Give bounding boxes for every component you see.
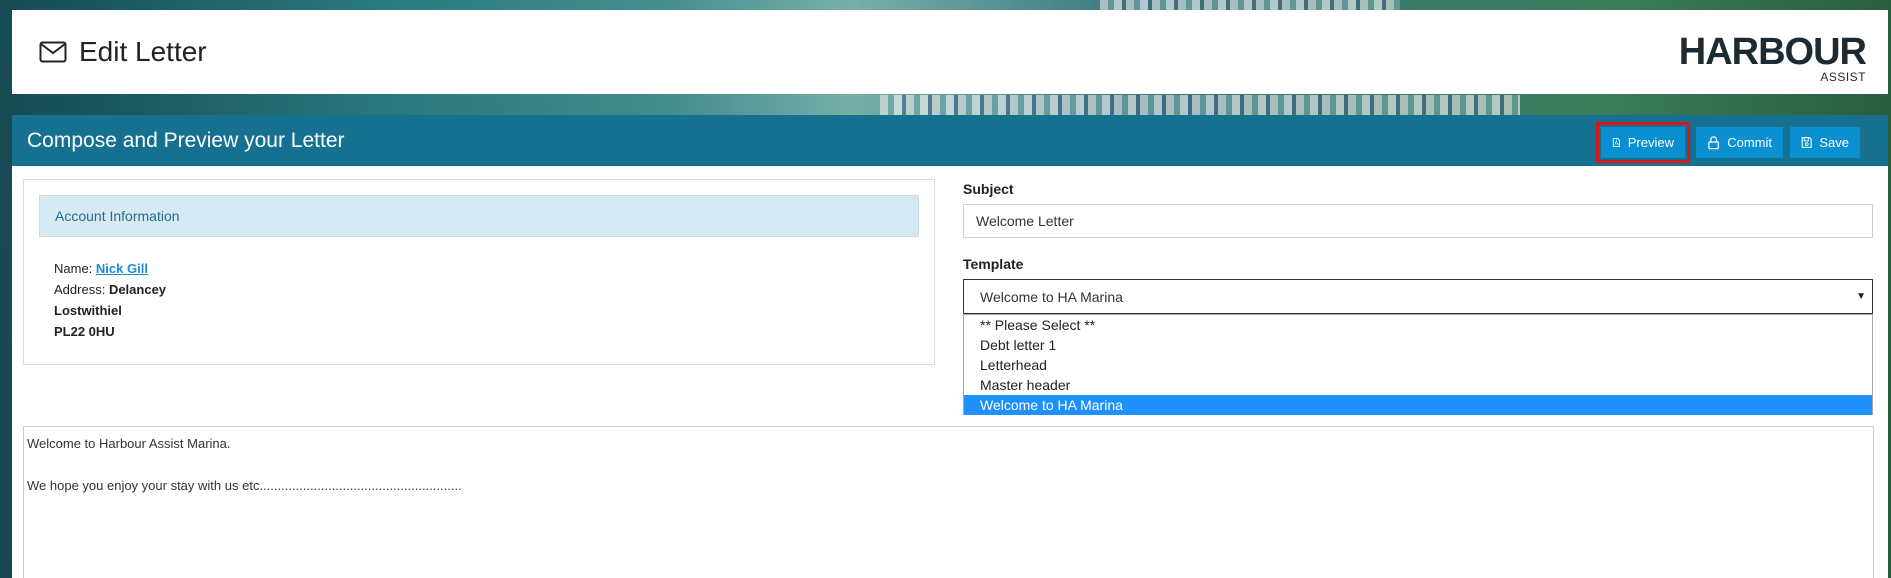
commit-button-label: Commit (1727, 135, 1772, 150)
envelope-icon (39, 41, 67, 63)
name-label: Name: (54, 261, 93, 276)
pdf-file-icon (1612, 138, 1620, 147)
account-info-card: Account Information Name: Nick Gill Addr… (23, 179, 935, 365)
account-details: Name: Nick Gill Address: Delancey Lostwi… (54, 258, 166, 342)
template-selected-value: Welcome to HA Marina (980, 289, 1123, 305)
address-label: Address: (54, 282, 106, 297)
account-address-row: Address: Delancey (54, 279, 166, 300)
background-pontoon (880, 95, 1520, 115)
panel-title: Compose and Preview your Letter (27, 129, 345, 152)
account-name-row: Name: Nick Gill (54, 258, 166, 279)
address-line-2: Lostwithiel (54, 303, 122, 318)
caret-down-icon: ▼ (1856, 291, 1866, 302)
subject-input[interactable] (963, 204, 1873, 238)
dropdown-option[interactable]: Debt letter 1 (964, 335, 1872, 355)
template-dropdown-list: ** Please Select ** Debt letter 1 Letter… (963, 314, 1873, 415)
panel-header: Compose and Preview your Letter Preview … (12, 115, 1888, 166)
address-line-3: PL22 0HU (54, 324, 115, 339)
save-button-label: Save (1819, 135, 1849, 150)
letter-body-line: Welcome to Harbour Assist Marina. (27, 436, 231, 451)
background-pontoon (1100, 0, 1400, 10)
page-title: Edit Letter (79, 36, 207, 67)
preview-button-label: Preview (1627, 135, 1674, 150)
dropdown-option[interactable]: Master header (964, 375, 1872, 395)
logo-main-text: HARBOUR (1678, 31, 1867, 73)
logo-sub-text: ASSIST (1820, 70, 1866, 84)
subject-label: Subject (963, 181, 1014, 197)
preview-button[interactable]: Preview (1596, 122, 1690, 163)
letter-body-editor[interactable]: Welcome to Harbour Assist Marina. We hop… (23, 426, 1874, 578)
page-title-group: Edit Letter (39, 36, 207, 68)
dropdown-option[interactable]: ** Please Select ** (964, 315, 1872, 335)
compose-panel: Compose and Preview your Letter Preview … (12, 115, 1888, 578)
harbour-assist-logo: HARBOUR ASSIST (1679, 32, 1867, 88)
letter-body-line: We hope you enjoy your stay with us etc.… (27, 478, 462, 493)
page-header: Edit Letter HARBOUR ASSIST (12, 10, 1888, 94)
template-select[interactable]: Welcome to HA Marina ▼ (963, 279, 1873, 314)
commit-button[interactable]: Commit (1696, 127, 1783, 158)
account-name-link[interactable]: Nick Gill (96, 261, 148, 276)
address-line-1: Delancey (108, 282, 167, 297)
save-button[interactable]: Save (1790, 127, 1860, 158)
floppy-disk-icon (1801, 137, 1812, 148)
dropdown-option-selected[interactable]: Welcome to HA Marina (964, 395, 1872, 415)
template-label: Template (963, 256, 1024, 272)
dropdown-option[interactable]: Letterhead (964, 355, 1872, 375)
lock-icon (1708, 136, 1719, 150)
account-info-heading: Account Information (39, 195, 919, 237)
